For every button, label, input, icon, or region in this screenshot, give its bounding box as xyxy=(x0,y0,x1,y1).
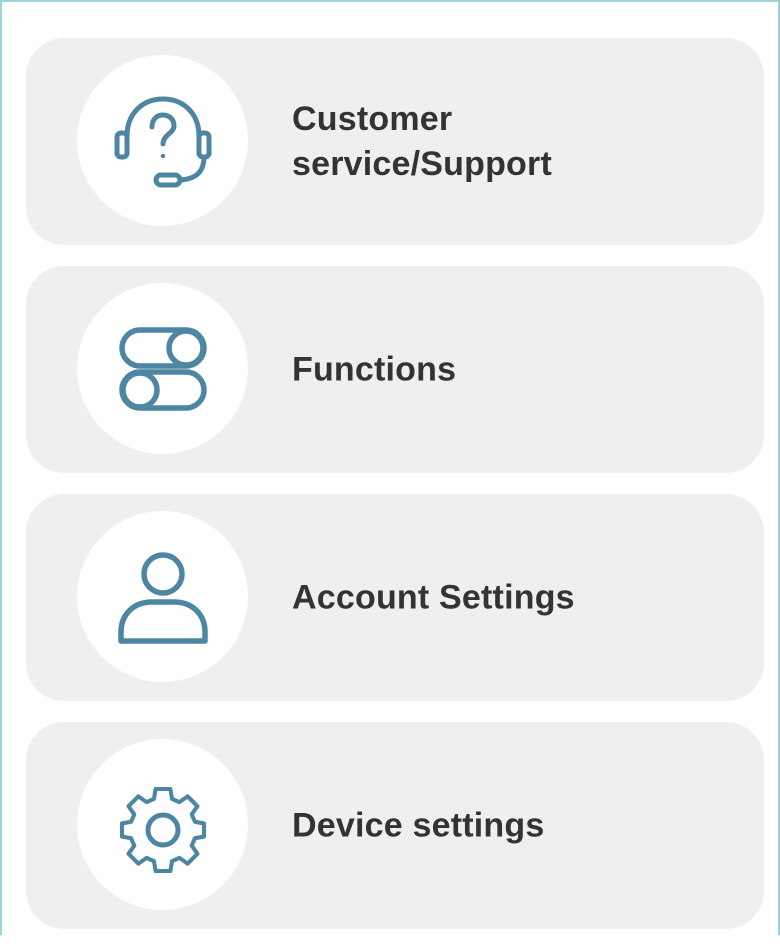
user-icon xyxy=(117,551,208,644)
menu-item-label: Functions xyxy=(292,350,457,388)
icon-badge xyxy=(77,739,248,910)
menu-item-label: Account Settings xyxy=(292,578,575,616)
settings-menu: Customer service/Support Functions Accou… xyxy=(26,38,764,950)
menu-item-label: Customer service/Support xyxy=(292,99,552,183)
toggle-switches-icon xyxy=(118,326,207,411)
menu-item-label: Device settings xyxy=(292,806,545,844)
menu-item-customer-service[interactable]: Customer service/Support xyxy=(26,38,764,245)
icon-badge xyxy=(77,55,248,226)
frame: Customer service/Support Functions Accou… xyxy=(0,0,780,935)
headset-question-icon xyxy=(114,96,211,187)
menu-item-account-settings[interactable]: Account Settings xyxy=(26,494,764,701)
gear-icon xyxy=(119,786,206,873)
icon-badge xyxy=(77,511,248,682)
menu-item-functions[interactable]: Functions xyxy=(26,266,764,473)
menu-item-device-settings[interactable]: Device settings xyxy=(26,722,764,929)
icon-badge xyxy=(77,283,248,454)
